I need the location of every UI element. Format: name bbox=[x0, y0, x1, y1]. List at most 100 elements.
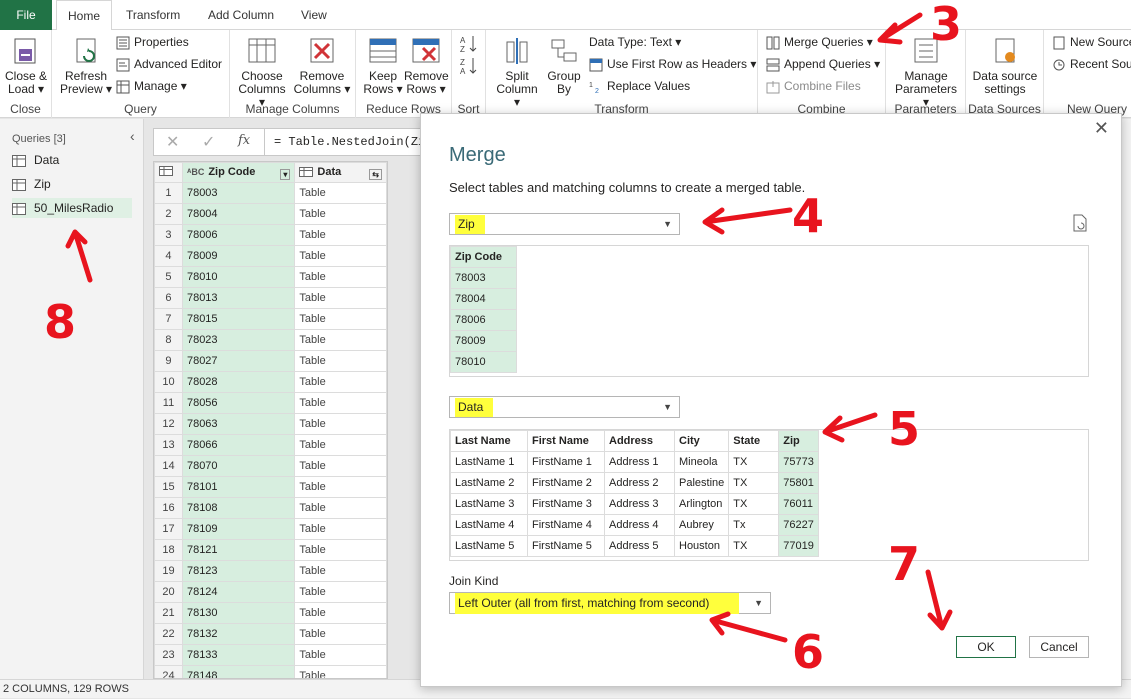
first-row-headers-button[interactable]: Use First Row as Headers ▾ bbox=[589, 57, 756, 72]
preview-cell[interactable]: Address 4 bbox=[604, 514, 675, 536]
zip-code-cell[interactable]: 78148 bbox=[181, 665, 296, 678]
row-number[interactable]: 5 bbox=[154, 266, 183, 288]
grid-corner-menu[interactable] bbox=[154, 162, 183, 183]
preview-cell[interactable]: Mineola bbox=[673, 451, 730, 473]
table-link-cell[interactable]: Table bbox=[294, 287, 387, 309]
zip-code-cell[interactable]: 78123 bbox=[181, 560, 296, 582]
formula-text[interactable]: = Table.NestedJoin(Zip bbox=[274, 135, 432, 149]
zip-code-cell[interactable]: 78070 bbox=[181, 455, 296, 477]
preview-cell[interactable]: FirstName 5 bbox=[527, 535, 605, 557]
zip-code-cell[interactable]: 78023 bbox=[181, 329, 296, 351]
row-number[interactable]: 10 bbox=[154, 371, 183, 393]
table-link-cell[interactable]: Table bbox=[294, 434, 387, 456]
row-number[interactable]: 4 bbox=[154, 245, 183, 267]
preview-cell[interactable]: 78006 bbox=[450, 309, 517, 331]
collapse-pane-icon[interactable]: ‹ bbox=[130, 128, 135, 144]
row-number[interactable]: 13 bbox=[154, 434, 183, 456]
preview-header-last-name[interactable]: Last Name bbox=[450, 430, 528, 452]
preview-cell[interactable]: Houston bbox=[673, 535, 730, 557]
preview-cell[interactable]: LastName 2 bbox=[450, 472, 528, 494]
table-link-cell[interactable]: Table bbox=[294, 371, 387, 393]
preview-cell[interactable]: Arlington bbox=[673, 493, 730, 515]
zip-code-cell[interactable]: 78015 bbox=[181, 308, 296, 330]
table-link-cell[interactable]: Table bbox=[294, 224, 387, 246]
zip-code-cell[interactable]: 78006 bbox=[181, 224, 296, 246]
preview-cell[interactable]: 75773 bbox=[778, 451, 820, 473]
row-number[interactable]: 22 bbox=[154, 623, 183, 645]
sort-descending-button[interactable]: ZA bbox=[458, 56, 480, 79]
preview-cell[interactable]: LastName 4 bbox=[450, 514, 528, 536]
data-type-dropdown[interactable]: Data Type: Text ▾ bbox=[589, 35, 681, 49]
zip-code-cell[interactable]: 78004 bbox=[181, 203, 296, 225]
preview-cell[interactable]: Address 2 bbox=[604, 472, 675, 494]
zip-code-cell[interactable]: 78003 bbox=[181, 182, 296, 204]
row-number[interactable]: 12 bbox=[154, 413, 183, 435]
merge-queries-button[interactable]: Merge Queries ▾ bbox=[766, 35, 873, 50]
zip-code-cell[interactable]: 78108 bbox=[181, 497, 296, 519]
row-number[interactable]: 16 bbox=[154, 497, 183, 519]
table-link-cell[interactable]: Table bbox=[294, 539, 387, 561]
preview-cell[interactable]: FirstName 4 bbox=[527, 514, 605, 536]
tab-home[interactable]: Home bbox=[56, 0, 112, 31]
keep-rows-button[interactable]: Keep Rows ▾ bbox=[362, 36, 404, 96]
zip-code-cell[interactable]: 78132 bbox=[181, 623, 296, 645]
refresh-preview-button[interactable]: Refresh Preview ▾ bbox=[58, 36, 114, 96]
properties-button[interactable]: Properties bbox=[116, 35, 189, 50]
preview-cell[interactable]: FirstName 3 bbox=[527, 493, 605, 515]
preview-header-first-name[interactable]: First Name bbox=[527, 430, 605, 452]
confirm-formula-icon[interactable]: ✓ bbox=[202, 132, 215, 152]
preview-cell[interactable]: LastName 3 bbox=[450, 493, 528, 515]
zip-code-cell[interactable]: 78121 bbox=[181, 539, 296, 561]
preview-header-zip-code[interactable]: Zip Code bbox=[450, 246, 517, 268]
row-number[interactable]: 8 bbox=[154, 329, 183, 351]
zip-code-cell[interactable]: 78133 bbox=[181, 644, 296, 666]
query-item-50-milesradio[interactable]: 50_MilesRadio bbox=[12, 198, 132, 218]
split-column-button[interactable]: Split Column ▾ bbox=[492, 36, 542, 109]
tab-add-column[interactable]: Add Column bbox=[208, 0, 274, 30]
preview-cell[interactable]: TX bbox=[728, 451, 780, 473]
preview-cell[interactable]: LastName 5 bbox=[450, 535, 528, 557]
expand-column-icon[interactable]: ⇆ bbox=[369, 168, 382, 180]
combine-files-button[interactable]: Combine Files bbox=[766, 79, 861, 94]
zip-code-cell[interactable]: 78109 bbox=[181, 518, 296, 540]
row-number[interactable]: 7 bbox=[154, 308, 183, 330]
preview-cell[interactable]: 78010 bbox=[450, 351, 517, 373]
table-link-cell[interactable]: Table bbox=[294, 518, 387, 540]
preview-cell[interactable]: TX bbox=[728, 472, 780, 494]
row-number[interactable]: 17 bbox=[154, 518, 183, 540]
table-link-cell[interactable]: Table bbox=[294, 350, 387, 372]
function-icon[interactable]: fx bbox=[238, 133, 250, 148]
table-link-cell[interactable]: Table bbox=[294, 623, 387, 645]
preview-cell[interactable]: Tx bbox=[728, 514, 780, 536]
preview-cell[interactable]: Address 3 bbox=[604, 493, 675, 515]
zip-code-cell[interactable]: 78009 bbox=[181, 245, 296, 267]
row-number[interactable]: 9 bbox=[154, 350, 183, 372]
preview-cell[interactable]: FirstName 2 bbox=[527, 472, 605, 494]
table-link-cell[interactable]: Table bbox=[294, 602, 387, 624]
choose-columns-button[interactable]: Choose Columns ▾ bbox=[234, 36, 290, 109]
row-number[interactable]: 21 bbox=[154, 602, 183, 624]
preview-cell[interactable]: Aubrey bbox=[673, 514, 730, 536]
table-link-cell[interactable]: Table bbox=[294, 581, 387, 603]
replace-values-button[interactable]: 1 2 Replace Values bbox=[589, 79, 690, 94]
table-link-cell[interactable]: Table bbox=[294, 203, 387, 225]
table-link-cell[interactable]: Table bbox=[294, 392, 387, 414]
preview-cell[interactable]: 78009 bbox=[450, 330, 517, 352]
preview-cell[interactable]: TX bbox=[728, 535, 780, 557]
preview-cell[interactable]: 77019 bbox=[778, 535, 820, 557]
data-source-settings-button[interactable]: Data source settings bbox=[970, 36, 1040, 96]
tab-file[interactable]: File bbox=[0, 0, 52, 30]
refresh-preview-icon[interactable] bbox=[1072, 214, 1088, 235]
sort-ascending-button[interactable]: AZ bbox=[458, 34, 480, 57]
row-number[interactable]: 15 bbox=[154, 476, 183, 498]
column-header-zip-code[interactable]: ᴬBC Zip Code ▾ bbox=[181, 162, 296, 183]
table-link-cell[interactable]: Table bbox=[294, 413, 387, 435]
table-link-cell[interactable]: Table bbox=[294, 476, 387, 498]
group-by-button[interactable]: Group By bbox=[544, 36, 584, 96]
table-link-cell[interactable]: Table bbox=[294, 560, 387, 582]
table-link-cell[interactable]: Table bbox=[294, 182, 387, 204]
row-number[interactable]: 6 bbox=[154, 287, 183, 309]
zip-code-cell[interactable]: 78124 bbox=[181, 581, 296, 603]
query-item-data[interactable]: Data bbox=[12, 150, 59, 170]
column-header-data[interactable]: Data ⇆ bbox=[294, 162, 387, 183]
